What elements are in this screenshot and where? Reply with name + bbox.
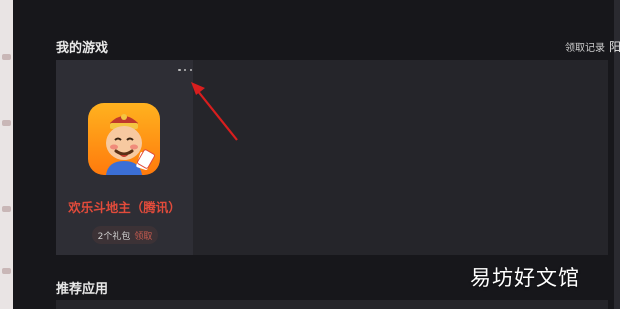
gift-badge[interactable]: 2个礼包 领取 — [92, 226, 158, 244]
game-name[interactable]: 欢乐斗地主（腾讯） — [56, 197, 193, 216]
watermark: 易坊好文馆 — [470, 266, 580, 290]
edge-mark — [2, 206, 11, 212]
claim-record-link[interactable]: 领取记录阳 — [565, 38, 620, 55]
game-app-icon[interactable] — [88, 103, 160, 175]
my-games-title: 我的游戏 — [56, 41, 109, 56]
gift-count: 2个礼包 — [97, 231, 131, 242]
truncated-label: 阳 — [609, 40, 620, 54]
edge-mark — [2, 54, 11, 60]
claim-record-label: 领取记录 — [565, 43, 605, 54]
more-options-icon[interactable] — [178, 66, 192, 74]
recommended-apps-panel — [56, 300, 608, 309]
my-games-panel: 欢乐斗地主（腾讯） 2个礼包 领取 — [56, 60, 608, 255]
recommended-apps-title: 推荐应用 — [56, 282, 109, 297]
claim-button[interactable]: 领取 — [134, 229, 152, 242]
edge-mark — [2, 268, 11, 274]
edge-mark — [2, 120, 11, 126]
red-arrow-annotation — [191, 82, 238, 141]
left-edge-strip — [0, 0, 13, 309]
game-card[interactable]: 欢乐斗地主（腾讯） 2个礼包 领取 — [56, 60, 193, 255]
